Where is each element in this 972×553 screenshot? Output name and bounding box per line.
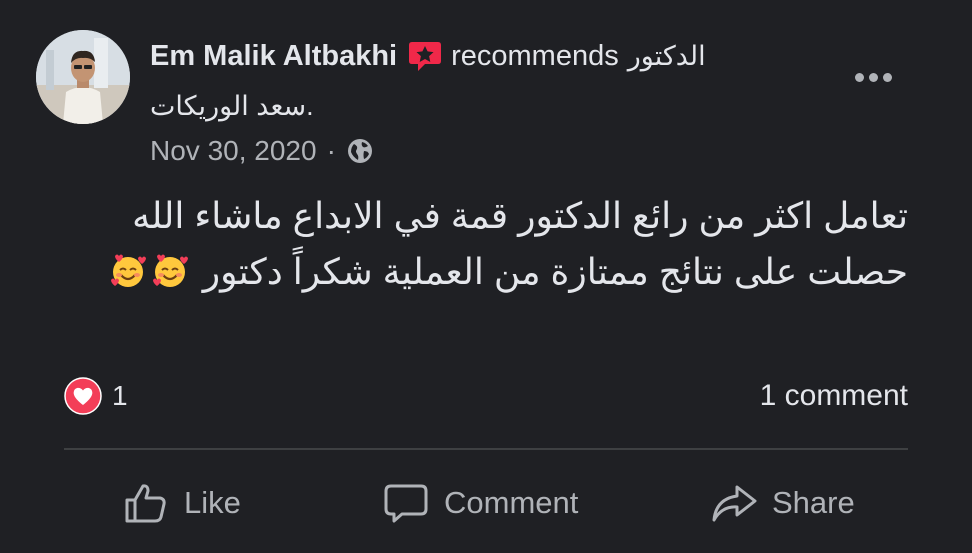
post-card: Em Malik Altbakhi recommends الدكتور سعد… xyxy=(0,0,972,553)
globe-icon[interactable] xyxy=(346,137,374,165)
post-body: تعامل اكثر من رائع الدكتور قمة في الابدا… xyxy=(68,188,908,300)
body-line-2-wrap: حصلت على نتائج ممتازة من العملية شكراً د… xyxy=(68,244,908,300)
meta-separator: · xyxy=(326,135,336,166)
reaction-count: 1 xyxy=(112,380,128,411)
share-button[interactable]: Share xyxy=(710,476,855,530)
body-line-1: تعامل اكثر من رائع الدكتور قمة في الابدا… xyxy=(132,195,908,236)
share-label: Share xyxy=(772,485,855,520)
more-options-button[interactable] xyxy=(848,60,898,94)
post-date[interactable]: Nov 30, 2020 xyxy=(150,135,317,167)
reactions-summary[interactable]: 1 xyxy=(64,374,128,418)
thumbs-up-icon xyxy=(125,484,166,523)
divider xyxy=(64,448,908,450)
comment-label: Comment xyxy=(444,485,579,520)
avatar-photo xyxy=(36,30,130,124)
comment-count-link[interactable]: 1 comment xyxy=(760,374,908,418)
post-header: Em Malik Altbakhi recommends الدكتور xyxy=(150,36,706,76)
avatar[interactable] xyxy=(36,30,130,124)
speech-bubble-icon xyxy=(384,484,428,523)
page-name-line: سعد الوريكات. xyxy=(150,86,314,126)
love-heart-icon xyxy=(64,377,102,415)
smiling-face-with-hearts-icon xyxy=(109,250,147,288)
page-name-part2[interactable]: سعد الوريكات. xyxy=(150,91,314,122)
more-dots-icon xyxy=(854,72,864,82)
comment-button[interactable]: Comment xyxy=(382,476,578,530)
body-line-2: حصلت على نتائج ممتازة من العملية شكراً د… xyxy=(202,251,908,292)
recommends-text: recommends xyxy=(451,39,619,72)
share-arrow-icon xyxy=(712,485,757,522)
author-name[interactable]: Em Malik Altbakhi xyxy=(150,40,397,73)
page-name-part1[interactable]: الدكتور xyxy=(628,41,706,72)
more-dot xyxy=(882,72,892,82)
more-dot xyxy=(868,72,878,82)
smiling-face-with-hearts-icon xyxy=(151,250,189,288)
like-label: Like xyxy=(184,485,241,520)
post-meta: Nov 30, 2020 · xyxy=(150,133,374,169)
like-button[interactable]: Like xyxy=(122,476,241,530)
recommend-star-bubble-icon xyxy=(407,38,443,74)
